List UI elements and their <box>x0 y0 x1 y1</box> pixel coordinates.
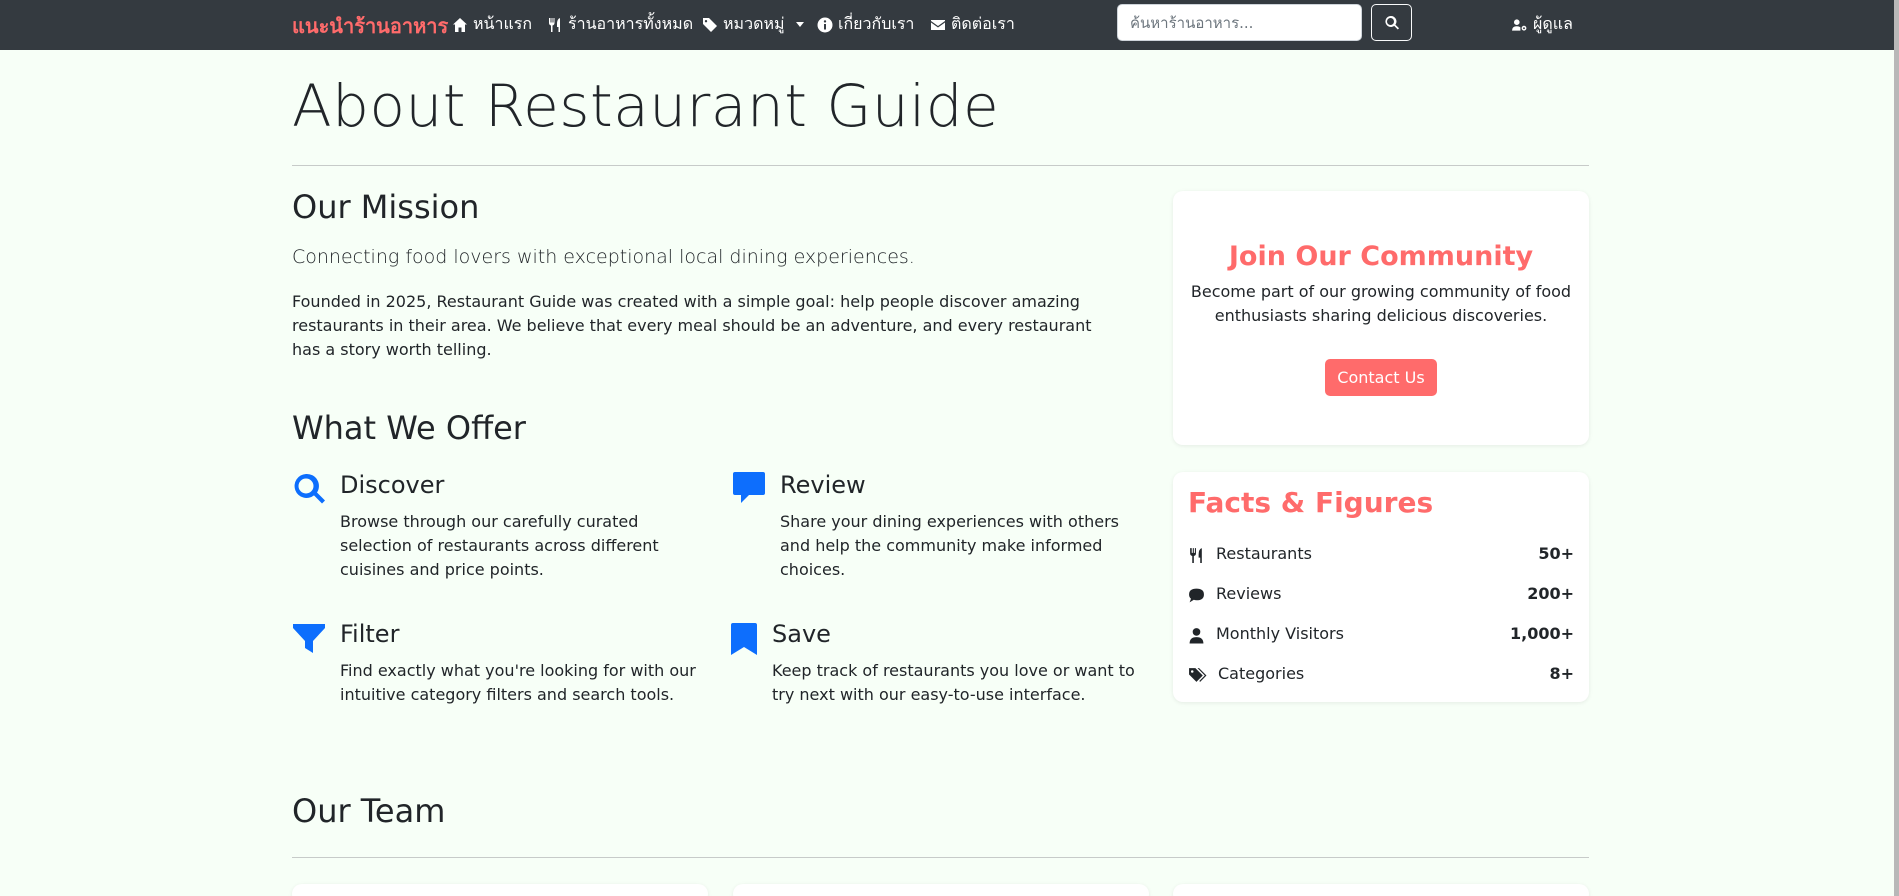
comment-icon <box>1189 588 1204 603</box>
fact-value: 200+ <box>1527 584 1574 603</box>
fact-row-restaurants: Restaurants 50+ <box>1188 544 1574 568</box>
page-scrollbar[interactable] <box>1894 0 1899 896</box>
fact-value: 1,000+ <box>1509 624 1574 643</box>
nav-admin[interactable]: ผู้ดูแล <box>1512 12 1573 37</box>
contact-us-button[interactable]: Contact Us <box>1325 359 1437 396</box>
fact-label: Categories <box>1218 664 1305 683</box>
nav-categories-dropdown[interactable]: หมวดหมู่ <box>702 12 804 37</box>
nav-all-restaurants-label: ร้านอาหารทั้งหมด <box>568 14 694 33</box>
team-card <box>733 884 1149 896</box>
nav-all-restaurants[interactable]: ร้านอาหารทั้งหมด <box>547 12 693 37</box>
join-community-title: Join Our Community <box>1228 241 1534 272</box>
info-circle-icon <box>817 17 833 32</box>
fact-row-categories: Categories 8+ <box>1188 664 1574 688</box>
join-community-text: Become part of our growing community of … <box>1190 282 1572 325</box>
user-cog-icon <box>1512 18 1527 31</box>
nav-contact[interactable]: ติดต่อเรา <box>930 12 1015 37</box>
home-icon <box>453 17 467 32</box>
filter-icon <box>293 624 325 653</box>
nav-home[interactable]: หน้าแรก <box>452 12 532 37</box>
chevron-down-icon <box>795 22 804 27</box>
team-heading: Our Team <box>292 792 446 830</box>
search-button[interactable] <box>1371 4 1412 41</box>
nav-home-label: หน้าแรก <box>473 14 533 33</box>
fact-row-monthly-visitors: Monthly Visitors 1,000+ <box>1188 624 1574 648</box>
fact-label: Reviews <box>1216 584 1282 603</box>
facts-figures-card: Facts & Figures Restaurants 50+ Reviews … <box>1173 472 1589 702</box>
team-divider <box>292 857 1589 858</box>
page-title: About Restaurant Guide <box>292 72 1000 140</box>
envelope-icon <box>931 19 945 30</box>
mission-heading: Our Mission <box>292 188 480 226</box>
nav-admin-label: ผู้ดูแล <box>1533 14 1573 33</box>
facts-title: Facts & Figures <box>1188 486 1434 519</box>
feature-review-title: Review <box>780 471 866 499</box>
feature-review-text: Share your dining experiences with other… <box>780 512 1119 579</box>
team-card <box>1173 884 1589 896</box>
team-card <box>292 884 708 896</box>
nav-about[interactable]: เกี่ยวกับเรา <box>817 12 914 37</box>
user-icon <box>1189 628 1204 644</box>
feature-filter-text: Find exactly what you're looking for wit… <box>340 661 696 704</box>
utensils-icon <box>1190 548 1202 563</box>
feature-discover-title: Discover <box>340 471 445 499</box>
fact-label: Restaurants <box>1216 544 1312 563</box>
brand-logo[interactable]: แนะนำร้านอาหาร <box>292 10 448 42</box>
feature-save-title: Save <box>772 620 831 648</box>
nav-about-label: เกี่ยวกับเรา <box>838 14 915 33</box>
feature-discover-text: Browse through our carefully curated sel… <box>340 512 659 579</box>
offer-heading: What We Offer <box>292 409 526 447</box>
search-icon <box>294 473 325 504</box>
mission-body: Founded in 2025, Restaurant Guide was cr… <box>292 292 1092 359</box>
fact-row-reviews: Reviews 200+ <box>1188 584 1574 608</box>
join-community-card: Join Our Community Become part of our gr… <box>1173 191 1589 445</box>
nav-contact-label: ติดต่อเรา <box>951 14 1015 33</box>
search-icon <box>1384 15 1399 29</box>
tags-icon <box>1189 668 1207 682</box>
search-input[interactable] <box>1117 4 1362 41</box>
top-navbar: แนะนำร้านอาหาร หน้าแรก ร้านอาหารทั้งหมด … <box>0 0 1894 50</box>
nav-categories-label: หมวดหมู่ <box>723 14 785 33</box>
fact-value: 8+ <box>1549 664 1574 683</box>
tags-icon <box>703 17 717 32</box>
mission-lead: Connecting food lovers with exceptional … <box>292 246 915 268</box>
utensils-icon <box>549 17 560 32</box>
scrollbar-thumb[interactable] <box>1894 0 1899 896</box>
feature-filter-title: Filter <box>340 620 400 648</box>
comment-icon <box>733 472 765 503</box>
title-divider <box>292 165 1589 166</box>
fact-value: 50+ <box>1538 544 1574 563</box>
feature-save-text: Keep track of restaurants you love or wa… <box>772 661 1135 704</box>
fact-label: Monthly Visitors <box>1216 624 1344 643</box>
bookmark-icon <box>731 623 757 655</box>
